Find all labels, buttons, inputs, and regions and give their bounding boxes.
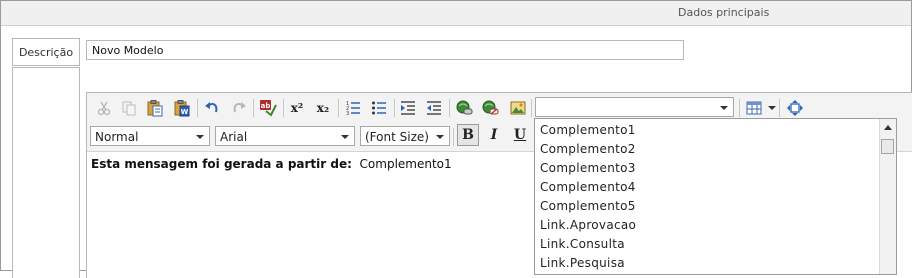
cut-icon[interactable] bbox=[93, 97, 115, 119]
toolbar-separator bbox=[253, 99, 254, 117]
message-value: Complemento1 bbox=[359, 157, 452, 171]
subscript-icon[interactable]: x₂ bbox=[312, 97, 334, 119]
paragraph-style-value: Normal bbox=[95, 130, 139, 144]
scroll-thumb[interactable] bbox=[881, 139, 894, 154]
toolbar-separator bbox=[394, 99, 395, 117]
insert-image-icon[interactable] bbox=[507, 97, 529, 119]
font-size-select[interactable]: (Font Size) bbox=[360, 126, 450, 146]
toolbar-separator bbox=[453, 128, 454, 146]
field-dropdown-list[interactable]: Complemento1 Complemento2 Complemento3 C… bbox=[534, 118, 897, 275]
section-header: Dados principais bbox=[1, 1, 911, 26]
toolbar-separator bbox=[283, 99, 284, 117]
insert-link-icon[interactable] bbox=[453, 97, 475, 119]
chevron-down-icon[interactable] bbox=[436, 135, 444, 139]
unordered-list-icon[interactable] bbox=[368, 97, 390, 119]
chevron-down-icon[interactable] bbox=[341, 135, 349, 139]
redo-icon[interactable] bbox=[228, 97, 250, 119]
table-dropdown-icon[interactable] bbox=[768, 106, 776, 110]
italic-label: I bbox=[490, 127, 498, 143]
dropdown-item[interactable]: Complemento5 bbox=[540, 199, 636, 213]
ordered-list-icon[interactable]: 123 bbox=[342, 97, 364, 119]
description-label: Descrição bbox=[18, 45, 74, 59]
dropdown-item[interactable]: Link.Aprovacao bbox=[540, 218, 636, 232]
spellcheck-icon[interactable]: ab bbox=[257, 97, 279, 119]
toolbar-separator bbox=[197, 99, 198, 117]
font-family-value: Arial bbox=[220, 130, 248, 144]
model-name-input[interactable] bbox=[86, 40, 684, 60]
superscript-icon[interactable]: x² bbox=[286, 97, 308, 119]
svg-text:W: W bbox=[181, 108, 189, 116]
italic-button[interactable]: I bbox=[483, 124, 505, 146]
subscript-label: x₂ bbox=[316, 101, 330, 115]
toolbar-separator bbox=[779, 99, 780, 117]
description-column bbox=[12, 67, 80, 278]
indent-icon[interactable] bbox=[397, 97, 419, 119]
editor-content[interactable]: Esta mensagem foi gerada a partir de: Co… bbox=[91, 157, 452, 171]
chevron-down-icon[interactable] bbox=[196, 135, 204, 139]
dropdown-item[interactable]: Complemento1 bbox=[540, 123, 636, 137]
bold-button[interactable]: B bbox=[457, 124, 479, 146]
dropdown-item[interactable]: Complemento2 bbox=[540, 142, 636, 156]
font-family-select[interactable]: Arial bbox=[215, 126, 355, 146]
toolbar-separator bbox=[531, 99, 532, 117]
superscript-label: x² bbox=[290, 101, 304, 115]
table-icon[interactable] bbox=[743, 97, 765, 119]
toolbar-separator bbox=[739, 99, 740, 117]
toolbar-separator bbox=[449, 99, 450, 117]
toolbar-separator bbox=[338, 99, 339, 117]
field-select[interactable] bbox=[535, 97, 734, 117]
undo-icon[interactable] bbox=[201, 97, 223, 119]
message-label: Esta mensagem foi gerada a partir de: bbox=[91, 157, 352, 171]
underline-button[interactable]: U bbox=[509, 124, 531, 146]
description-tab[interactable]: Descrição bbox=[12, 38, 80, 66]
outdent-icon[interactable] bbox=[423, 97, 445, 119]
dropdown-item[interactable]: Link.Pesquisa bbox=[540, 256, 625, 270]
paragraph-style-select[interactable]: Normal bbox=[90, 126, 210, 146]
dropdown-scrollbar[interactable] bbox=[879, 119, 896, 274]
chevron-down-icon[interactable] bbox=[720, 106, 728, 110]
fullscreen-icon[interactable] bbox=[784, 97, 806, 119]
svg-text:3: 3 bbox=[346, 111, 349, 116]
bold-label: B bbox=[462, 127, 474, 143]
underline-label: U bbox=[513, 127, 527, 143]
copy-icon[interactable] bbox=[118, 97, 140, 119]
section-title: Dados principais bbox=[678, 6, 770, 19]
svg-text:ab: ab bbox=[261, 102, 271, 110]
font-size-value: (Font Size) bbox=[365, 130, 429, 144]
paste-icon[interactable] bbox=[144, 97, 166, 119]
dropdown-item[interactable]: Complemento3 bbox=[540, 161, 636, 175]
dropdown-item[interactable]: Link.Consulta bbox=[540, 237, 625, 251]
paste-word-icon[interactable]: W bbox=[171, 97, 193, 119]
remove-link-icon[interactable] bbox=[479, 97, 501, 119]
dropdown-item[interactable]: Complemento4 bbox=[540, 180, 636, 194]
scroll-up-icon[interactable] bbox=[884, 125, 892, 130]
